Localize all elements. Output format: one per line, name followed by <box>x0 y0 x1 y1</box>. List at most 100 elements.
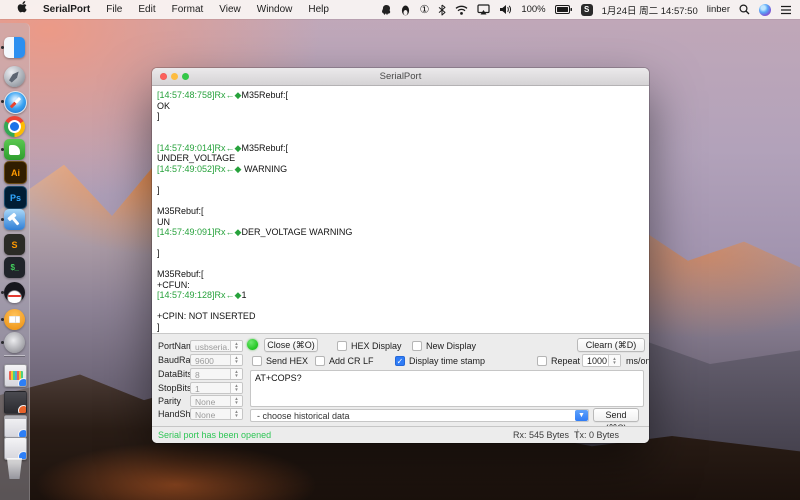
terminal-timestamp: [14:57:49:052]Rx←◆ <box>157 164 241 174</box>
stepper-arrows[interactable]: ▲▼ <box>230 383 242 393</box>
siri-icon[interactable] <box>759 4 771 16</box>
add-crlf-checkbox[interactable]: Add CR LF <box>315 355 374 367</box>
config-stepper-parity[interactable]: None ▲▼ <box>190 395 243 407</box>
clear-button[interactable]: Clearn (⌘D) <box>577 338 645 352</box>
repeat-interval-arrows[interactable]: ▲▼ <box>608 355 620 366</box>
running-indicator-dot <box>1 318 4 321</box>
send-text-value: AT+COPS? <box>255 373 302 383</box>
trash-icon <box>4 458 25 479</box>
dock-item-minimized-window-1[interactable] <box>4 364 25 385</box>
repeat-checkbox[interactable]: Repeat <box>537 355 580 367</box>
menu-item-help[interactable]: Help <box>300 0 337 19</box>
menu-item-format[interactable]: Format <box>164 0 212 19</box>
stepper-arrows[interactable]: ▲▼ <box>230 355 242 365</box>
send-button[interactable]: Send (⌘S) <box>593 408 639 422</box>
stepper-arrows[interactable]: ▲▼ <box>230 409 242 419</box>
dock-item-terminal[interactable]: $_ <box>4 257 25 278</box>
menu-app-name[interactable]: SerialPort <box>35 0 98 19</box>
hex-display-checkbox[interactable]: HEX Display <box>337 340 402 352</box>
config-stepper-portname[interactable]: usbseria...▲▼ <box>190 340 243 352</box>
spotlight-search-icon[interactable] <box>739 4 750 15</box>
evernote-menu-icon[interactable] <box>381 4 392 15</box>
repeat-box[interactable] <box>537 356 547 366</box>
terminal-text: DER_VOLTAGE WARNING <box>241 227 352 237</box>
xcode-icon <box>4 209 25 230</box>
terminal-text: ] <box>157 111 160 121</box>
new-display-label: New Display <box>426 341 476 351</box>
terminal-line: UN <box>157 217 649 228</box>
apple-menu-icon[interactable] <box>8 0 35 20</box>
window-title: SerialPort <box>152 68 649 85</box>
terminal-line <box>157 174 649 185</box>
terminal-line <box>157 132 649 143</box>
terminal-line: [14:57:49:128]Rx←◆1 <box>157 290 649 301</box>
stepper-arrows[interactable]: ▲▼ <box>230 396 242 406</box>
dock-item-dictionary[interactable] <box>4 309 25 330</box>
dock-item-photoshop[interactable]: Ps <box>4 186 25 207</box>
display-timestamp-checkbox[interactable]: ✓ Display time stamp <box>395 355 485 367</box>
tx-bytes: Tx: 0 Bytes <box>574 430 619 440</box>
stepper-value: None <box>195 397 215 407</box>
config-stepper-stopbits[interactable]: 1▲▼ <box>190 382 243 394</box>
new-display-box[interactable] <box>412 341 422 351</box>
config-label-databits: DataBits <box>158 369 192 379</box>
dock-item-launchpad[interactable] <box>4 66 25 87</box>
dock-item-chrome[interactable] <box>4 116 25 137</box>
stepper-arrows[interactable]: ▲▼ <box>230 341 242 351</box>
menu-item-view[interactable]: View <box>211 0 249 19</box>
dock-item-xcode[interactable] <box>4 209 25 230</box>
penguin-icon[interactable] <box>401 4 410 16</box>
proxy-menu-icon[interactable]: S <box>581 4 593 16</box>
menu-bar-status-area: ① 100% S 1月24日 周二 14:57:50 linber <box>381 3 800 17</box>
history-dropdown-arrow-icon[interactable]: ▼ <box>575 410 588 421</box>
terminal-text: UNDER_VOLTAGE <box>157 153 235 163</box>
close-port-button[interactable]: Close (⌘O) <box>264 338 318 352</box>
send-text-input[interactable]: AT+COPS? <box>250 370 644 407</box>
config-stepper-handshake[interactable]: None ▲▼ <box>190 408 243 420</box>
dock-item-minimized-window-2[interactable] <box>4 391 25 412</box>
dock-item-qq[interactable] <box>4 282 25 303</box>
stepper-value: None <box>195 410 215 420</box>
dock: Ai Ps S$_ <box>0 23 30 500</box>
menu-clock[interactable]: 1月24日 周二 14:57:50 <box>602 3 698 17</box>
port-open-led <box>247 339 258 350</box>
dictionary-icon <box>4 309 25 330</box>
terminal-output[interactable]: [14:57:48:758]Rx←◆M35Rebuf:[OK][14:57:49… <box>152 86 649 333</box>
battery-icon[interactable] <box>555 5 572 14</box>
dock-item-minimized-window-4[interactable] <box>4 437 25 458</box>
evernote-icon <box>4 139 25 160</box>
one-password-icon[interactable]: ① <box>419 3 429 16</box>
config-stepper-databits[interactable]: 8▲▼ <box>190 368 243 380</box>
volume-icon[interactable] <box>499 4 512 15</box>
history-dropdown[interactable]: - choose historical data ▼ <box>250 409 589 422</box>
bluetooth-icon[interactable] <box>438 4 446 16</box>
terminal-text: M35Rebuf:[ <box>157 206 204 216</box>
airplay-display-icon[interactable] <box>477 4 490 15</box>
dock-item-finder[interactable] <box>4 37 25 58</box>
notification-center-icon[interactable] <box>780 5 792 15</box>
dock-item-sublime-text[interactable]: S <box>4 234 25 255</box>
dock-item-serialport-app[interactable] <box>4 332 25 353</box>
menu-item-edit[interactable]: Edit <box>130 0 163 19</box>
menu-item-window[interactable]: Window <box>249 0 301 19</box>
hex-display-box[interactable] <box>337 341 347 351</box>
menu-item-file[interactable]: File <box>98 0 130 19</box>
window-titlebar[interactable]: SerialPort <box>152 68 649 86</box>
dock-item-safari[interactable] <box>4 91 25 112</box>
stepper-arrows[interactable]: ▲▼ <box>230 369 242 379</box>
dock-item-trash[interactable] <box>4 458 25 479</box>
menu-user[interactable]: linber <box>707 4 730 15</box>
add-crlf-box[interactable] <box>315 356 325 366</box>
new-display-checkbox[interactable]: New Display <box>412 340 476 352</box>
dock-item-illustrator[interactable]: Ai <box>4 161 25 182</box>
config-stepper-baudrate[interactable]: 9600▲▼ <box>190 354 243 366</box>
dock-item-minimized-window-3[interactable] <box>4 415 25 436</box>
send-hex-box[interactable] <box>252 356 262 366</box>
serialport-window: SerialPort [14:57:48:758]Rx←◆M35Rebuf:[O… <box>152 68 649 443</box>
display-timestamp-label: Display time stamp <box>409 356 485 366</box>
dock-item-evernote[interactable] <box>4 139 25 160</box>
wifi-icon[interactable] <box>455 5 468 15</box>
send-hex-checkbox[interactable]: Send HEX <box>252 355 308 367</box>
repeat-interval-stepper[interactable]: 1000 ▲▼ <box>582 354 621 367</box>
display-timestamp-box[interactable]: ✓ <box>395 356 405 366</box>
